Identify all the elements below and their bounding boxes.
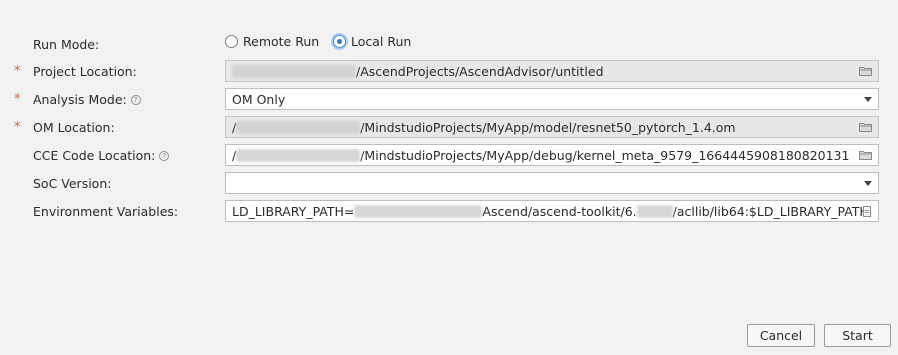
folder-icon[interactable]	[859, 122, 872, 132]
om-location-row: * OM Location: //MindstudioProjects/MyAp…	[0, 116, 898, 140]
local-run-radio-circle[interactable]	[333, 35, 346, 48]
analysis-mode-label: Analysis Mode:?	[33, 92, 141, 107]
chevron-down-icon[interactable]	[864, 97, 872, 102]
local-run-radio[interactable]: Local Run	[333, 34, 411, 49]
folder-icon[interactable]	[859, 66, 872, 76]
remote-run-label[interactable]: Remote Run	[243, 34, 319, 49]
cce-code-location-value: /MindstudioProjects/MyApp/debug/kernel_m…	[360, 148, 850, 163]
remote-run-radio-circle[interactable]	[225, 35, 238, 48]
required-marker: *	[14, 92, 21, 107]
env-value-part1: LD_LIBRARY_PATH=	[232, 204, 355, 219]
project-location-row: * Project Location: /AscendProjects/Asce…	[0, 60, 898, 84]
redacted-text	[354, 205, 483, 218]
env-value-part2: Ascend/ascend-toolkit/6.	[482, 204, 637, 219]
soc-version-label: SoC Version:	[33, 176, 112, 191]
chevron-down-icon[interactable]	[864, 181, 872, 186]
project-location-label: Project Location:	[33, 64, 137, 79]
run-mode-row: Run Mode: Remote Run Local Run	[0, 33, 898, 57]
analysis-mode-select[interactable]: OM Only	[225, 88, 879, 110]
run-mode-label: Run Mode:	[33, 37, 100, 52]
redacted-text	[232, 65, 356, 78]
help-icon[interactable]: ?	[130, 94, 141, 105]
cce-code-location-row: CCE Code Location:? //MindstudioProjects…	[0, 144, 898, 168]
environment-variables-field[interactable]: LD_LIBRARY_PATH= Ascend/ascend-toolkit/6.…	[225, 200, 879, 222]
local-run-label[interactable]: Local Run	[351, 34, 411, 49]
remote-run-radio[interactable]: Remote Run	[225, 34, 319, 49]
redacted-text	[636, 205, 673, 218]
project-location-value: /AscendProjects/AscendAdvisor/untitled	[356, 64, 604, 79]
om-location-value: /MindstudioProjects/MyApp/model/resnet50…	[360, 120, 736, 135]
cancel-button[interactable]: Cancel	[747, 324, 815, 347]
redacted-text	[236, 149, 361, 162]
analysis-mode-row: * Analysis Mode:? OM Only	[0, 88, 898, 112]
help-icon[interactable]: ?	[159, 150, 170, 161]
soc-version-select[interactable]	[225, 172, 879, 194]
required-marker: *	[14, 120, 21, 135]
env-value-part3: /acllib/lib64:$LD_LIBRARY_PATH	[672, 204, 869, 219]
om-location-label: OM Location:	[33, 120, 115, 135]
environment-variables-label: Environment Variables:	[33, 204, 179, 219]
analysis-mode-value: OM Only	[232, 92, 286, 107]
soc-version-row: SoC Version:	[0, 172, 898, 196]
cce-code-location-field[interactable]: //MindstudioProjects/MyApp/debug/kernel_…	[225, 144, 879, 166]
start-button[interactable]: Start	[824, 324, 891, 347]
om-location-field[interactable]: //MindstudioProjects/MyApp/model/resnet5…	[225, 116, 879, 138]
environment-variables-row: Environment Variables: LD_LIBRARY_PATH= A…	[0, 200, 898, 224]
project-location-field[interactable]: /AscendProjects/AscendAdvisor/untitled	[225, 60, 879, 82]
cce-code-location-label: CCE Code Location:?	[33, 148, 170, 163]
folder-icon[interactable]	[859, 150, 872, 160]
document-icon[interactable]	[863, 206, 871, 217]
redacted-text	[236, 121, 361, 134]
required-marker: *	[14, 64, 21, 79]
